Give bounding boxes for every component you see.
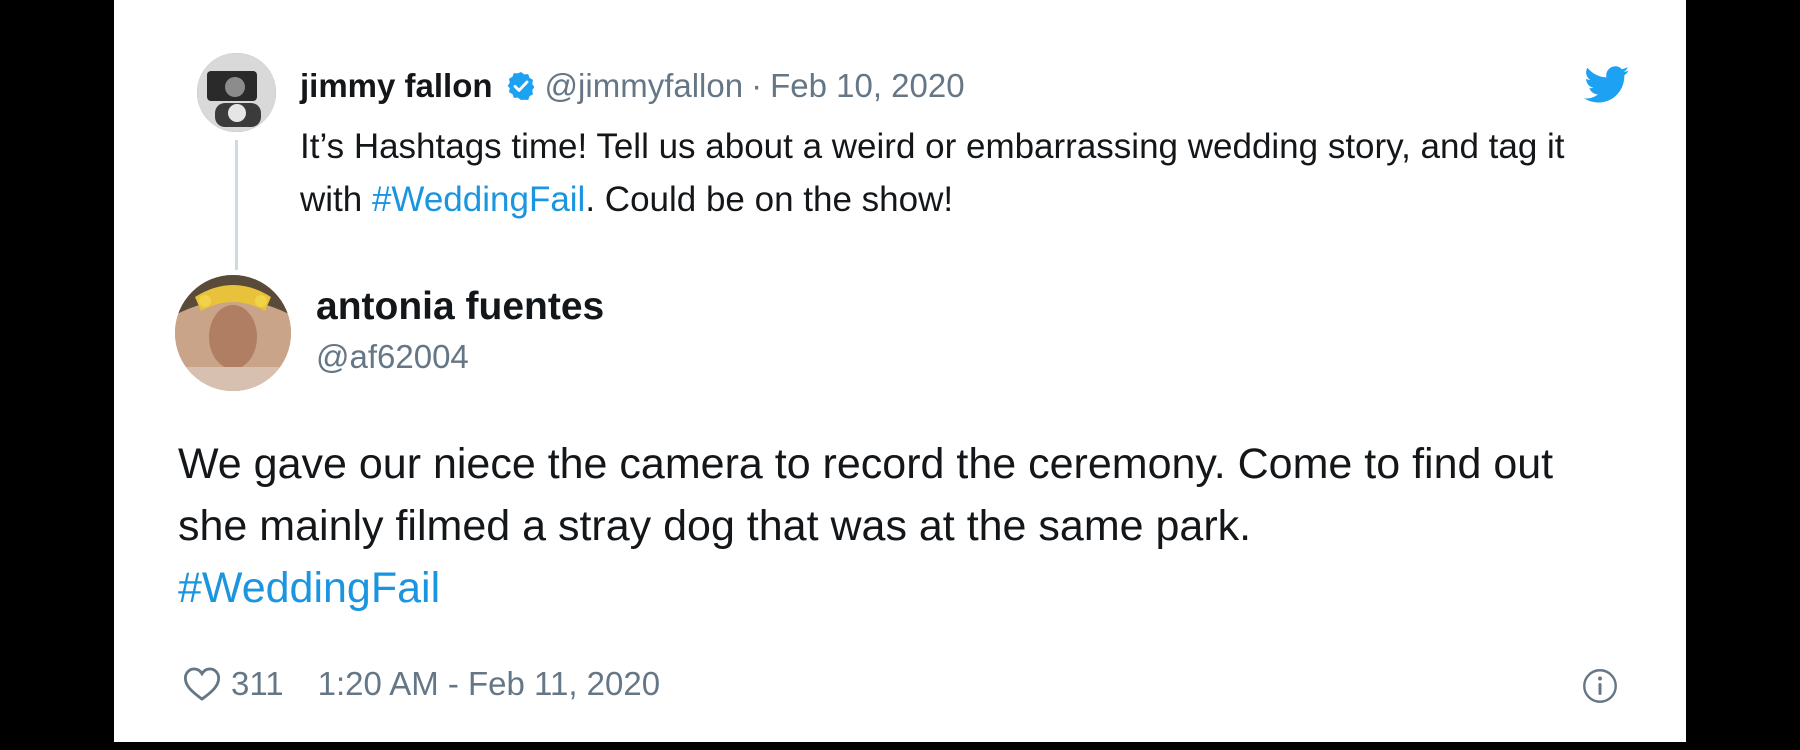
tweet-timestamp[interactable]: 1:20 AM - Feb 11, 2020 bbox=[318, 665, 660, 703]
quoted-tweet-header: jimmy fallon @jimmyfallon · Feb 10, 2020 bbox=[300, 66, 965, 106]
author-name[interactable]: antonia fuentes bbox=[316, 285, 604, 329]
tweet-hashtag-link[interactable]: #WeddingFail bbox=[178, 557, 1578, 619]
tweet-text: We gave our niece the camera to record t… bbox=[178, 433, 1578, 619]
quoted-hashtag-link[interactable]: #WeddingFail bbox=[372, 180, 585, 219]
separator-dot: · bbox=[751, 67, 763, 104]
quoted-avatar[interactable] bbox=[197, 53, 276, 132]
quoted-author-handle[interactable]: @jimmyfallon bbox=[545, 67, 744, 105]
quoted-text-after: . Could be on the show! bbox=[585, 180, 954, 219]
like-count: 311 bbox=[231, 665, 284, 702]
author-handle[interactable]: @af62004 bbox=[316, 338, 469, 376]
tweet-body: We gave our niece the camera to record t… bbox=[178, 440, 1554, 550]
quoted-author-name[interactable]: jimmy fallon bbox=[300, 67, 493, 105]
info-icon[interactable] bbox=[1582, 668, 1618, 709]
thread-line bbox=[235, 140, 238, 270]
verified-icon bbox=[505, 70, 537, 102]
tweet-footer: 311 1:20 AM - Feb 11, 2020 bbox=[183, 664, 660, 704]
quoted-tweet-date[interactable]: Feb 10, 2020 bbox=[770, 67, 965, 105]
quoted-tweet-text: It’s Hashtags time! Tell us about a weir… bbox=[300, 120, 1600, 226]
author-avatar[interactable] bbox=[175, 275, 291, 391]
twitter-bird-icon[interactable] bbox=[1584, 66, 1630, 109]
heart-icon[interactable] bbox=[183, 666, 221, 702]
